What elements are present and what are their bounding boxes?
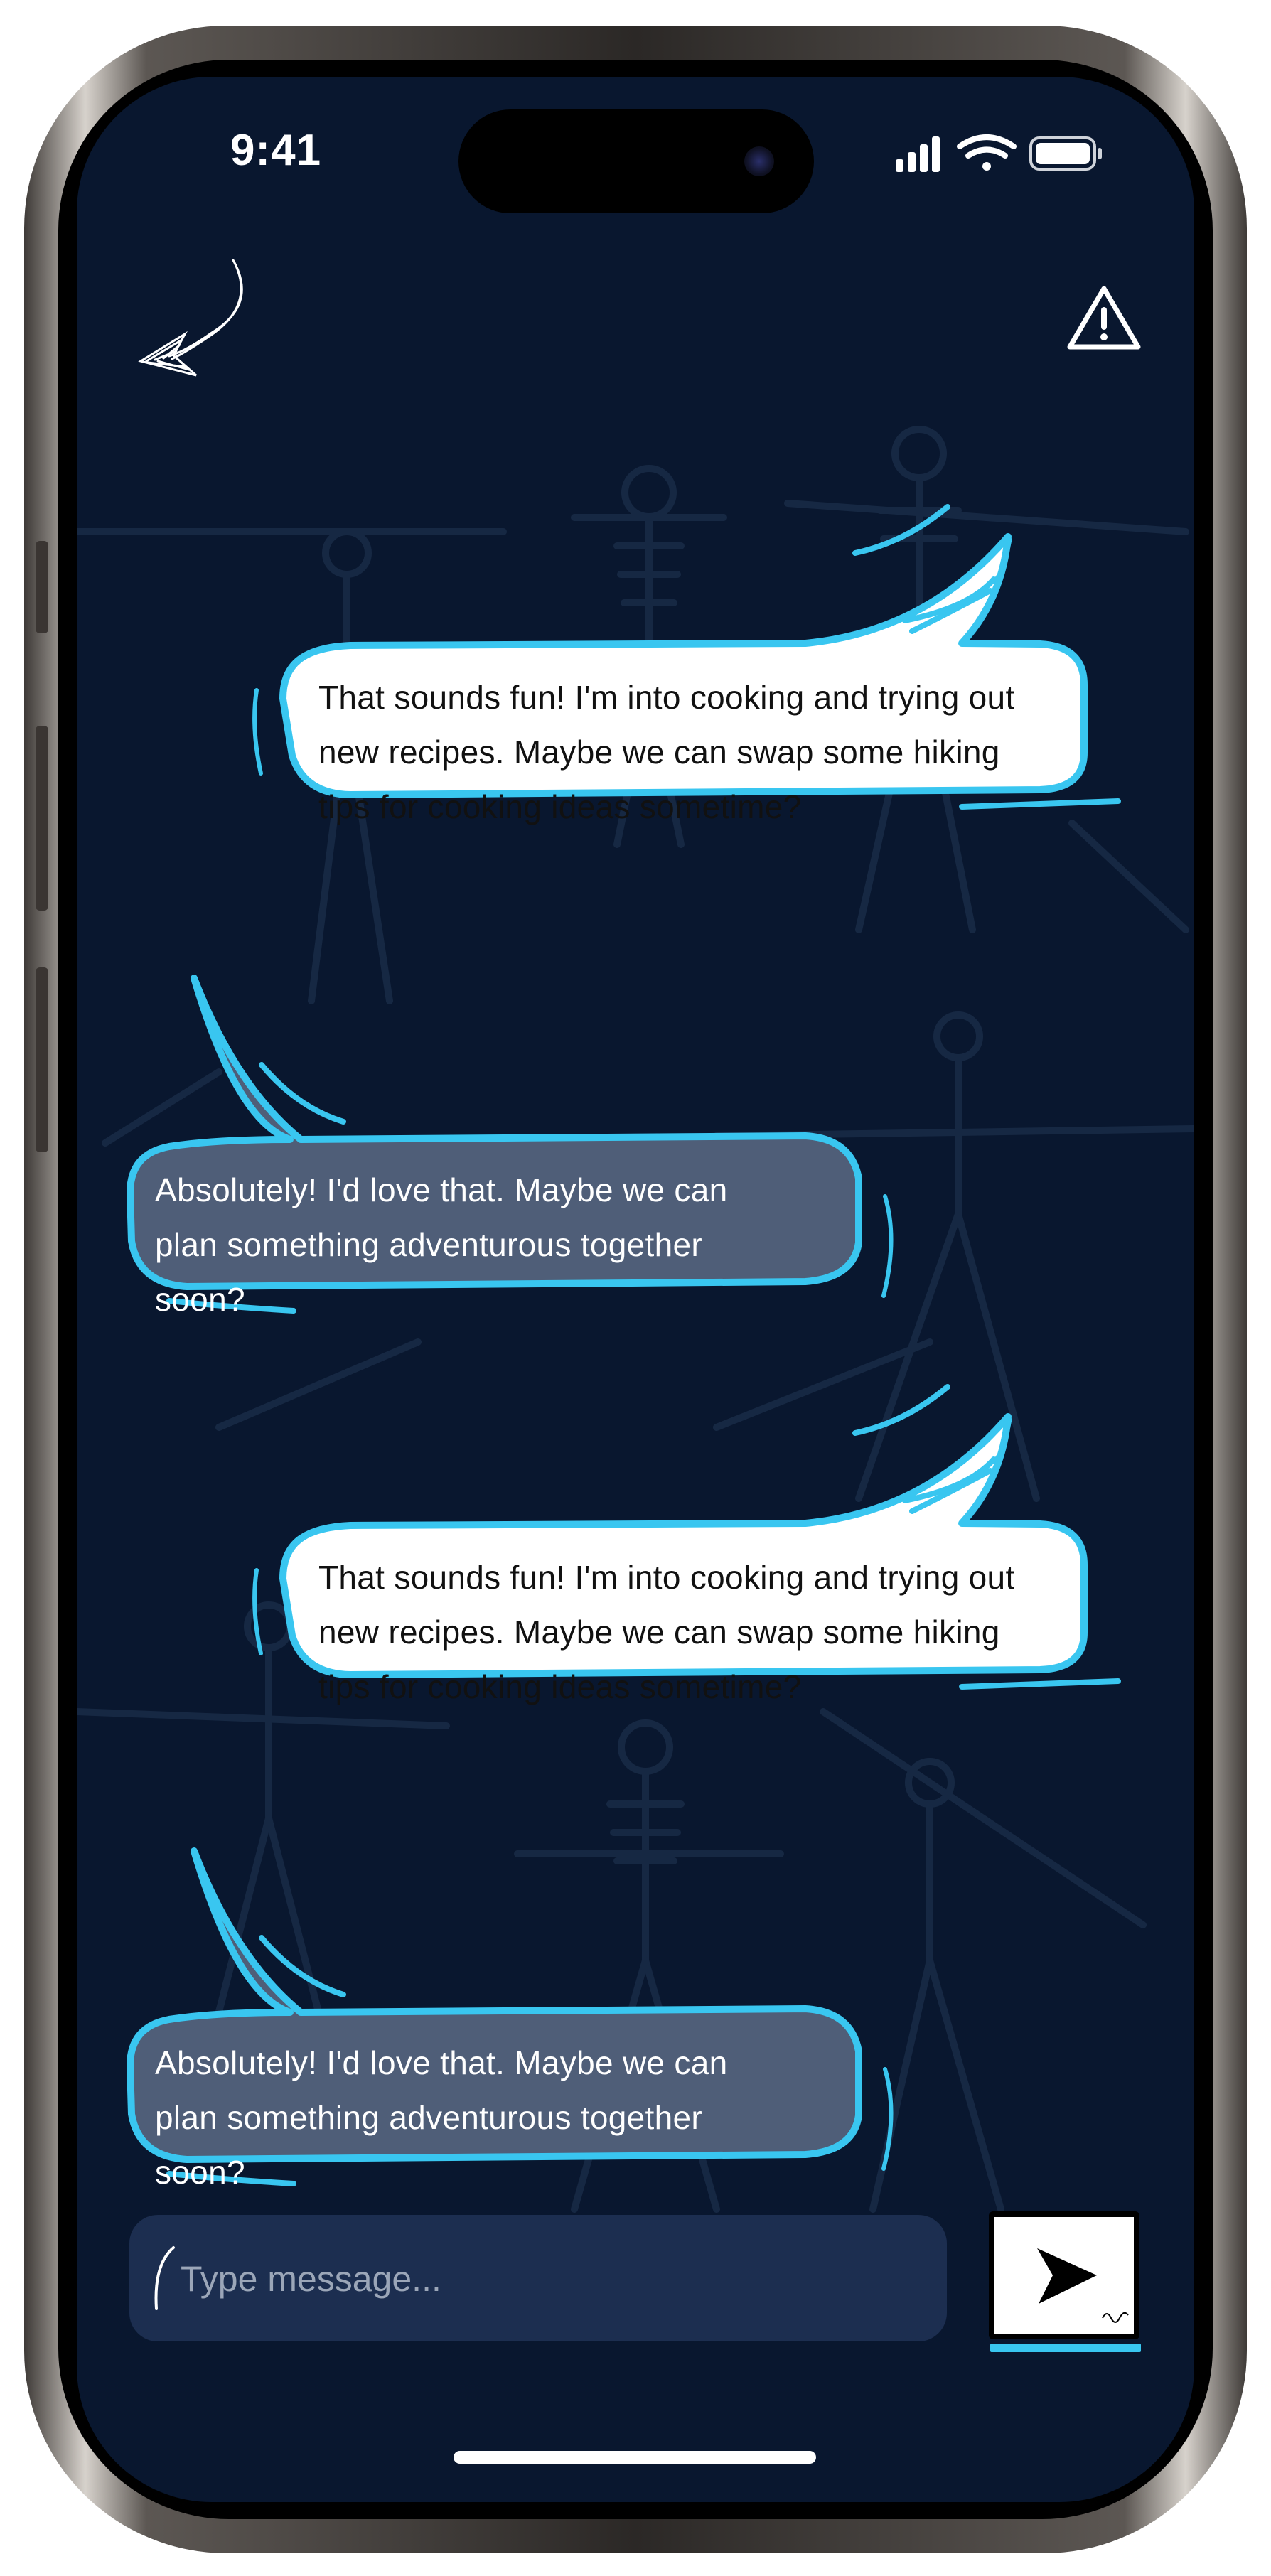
message-text-line: tips for cooking ideas sometime? [318, 1668, 802, 1705]
message-bubble-sent: That sounds fun! I'm into cooking and tr… [230, 457, 1121, 955]
back-button[interactable] [127, 254, 254, 382]
message-text-line: Absolutely! I'd love that. Maybe we can [155, 1171, 728, 1208]
front-camera-icon [744, 146, 774, 176]
status-time: 9:41 [230, 126, 322, 175]
warning-triangle-icon [1067, 286, 1141, 350]
report-button[interactable] [1065, 283, 1143, 354]
dynamic-island [458, 109, 814, 213]
message-text-line: That sounds fun! I'm into cooking and tr… [318, 1559, 1015, 1596]
scribble-icon [1102, 2312, 1129, 2323]
chat-screen: 9:41 That sounds fun! I'm into cooking a… [77, 77, 1194, 2502]
send-button[interactable] [989, 2211, 1141, 2352]
message-text-line: soon? [155, 1281, 245, 1318]
message-text-line: new recipes. Maybe we can swap some hiki… [318, 1614, 1000, 1651]
message-text-line: Absolutely! I'd love that. Maybe we can [155, 2044, 728, 2081]
text-cursor-decoration-icon [154, 2246, 175, 2310]
status-icons [896, 134, 1109, 176]
message-text-line: new recipes. Maybe we can swap some hiki… [318, 734, 1000, 771]
wifi-icon [957, 134, 1017, 171]
message-text-line: soon? [155, 2154, 245, 2191]
message-bubble-received: Absolutely! I'd love that. Maybe we can … [109, 894, 962, 1406]
message-input[interactable] [179, 2215, 928, 2343]
paper-plane-send-icon [1037, 2248, 1097, 2304]
message-text-line: plan something adventurous together [155, 1226, 703, 1263]
send-button-underline [990, 2344, 1141, 2352]
speech-bubble-shape [127, 1847, 894, 2186]
speech-bubble-shape [127, 975, 894, 1314]
home-indicator[interactable] [454, 2451, 816, 2464]
message-text-line: tips for cooking ideas sometime? [318, 788, 802, 825]
volume-down-button [36, 967, 48, 1152]
battery-icon [1029, 136, 1102, 171]
message-bubble-received: Absolutely! I'd love that. Maybe we can … [109, 1767, 962, 2279]
cellular-signal-icon [896, 136, 940, 172]
message-bubble-sent: That sounds fun! I'm into cooking and tr… [230, 1337, 1121, 1835]
hand-drawn-arrow-back-icon [138, 259, 243, 377]
message-text-line: plan something adventurous together [155, 2099, 703, 2136]
action-button [36, 541, 48, 633]
message-text-line: That sounds fun! I'm into cooking and tr… [318, 679, 1015, 716]
message-composer [129, 2215, 947, 2343]
volume-up-button [36, 726, 48, 911]
